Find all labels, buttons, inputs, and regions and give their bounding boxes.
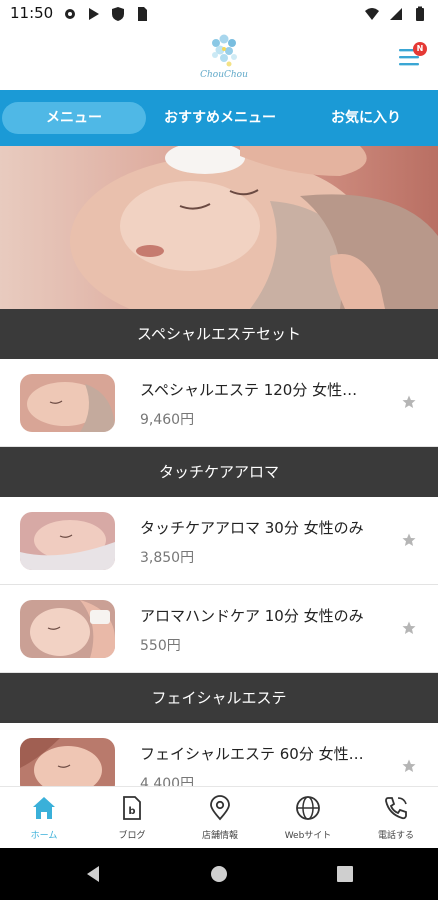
gear-icon (65, 9, 75, 19)
app-header: ChouChou N (0, 28, 438, 90)
section-header: タッチケアアロマ (0, 447, 438, 497)
star-icon[interactable] (402, 533, 416, 547)
star-icon[interactable] (402, 759, 416, 773)
item-thumbnail (20, 600, 115, 658)
item-title: タッチケアアロマ 30分 女性のみ (140, 519, 364, 537)
battery-icon (416, 6, 424, 21)
item-thumbnail (20, 738, 115, 786)
item-price: 550円 (140, 638, 181, 654)
item-title: スペシャルエステ 120分 女性… (140, 381, 358, 399)
chouchou-logo[interactable]: ChouChou (194, 31, 254, 87)
phone-icon (385, 797, 407, 820)
item-thumbnail (20, 374, 115, 432)
home-icon (33, 797, 55, 819)
system-nav-bar (0, 848, 438, 900)
nav-label: ホーム (30, 831, 58, 841)
notification-badge: N (413, 42, 427, 56)
status-left-icons (62, 6, 150, 22)
section-header: フェイシャルエステ (0, 673, 438, 723)
svg-text:b: b (128, 806, 135, 817)
item-price: 3,850円 (140, 550, 195, 566)
nav-label: Webサイト (284, 831, 332, 841)
section-header: スペシャルエステセット (0, 309, 438, 359)
item-title: フェイシャルエステ 60分 女性… (140, 745, 364, 763)
nav-label: ブログ (118, 831, 146, 841)
logo-mark-icon (212, 34, 237, 67)
bottom-nav: ホーム b ブログ 店舗情報 Webサイト 電話する (0, 786, 438, 848)
status-time: 11:50 (10, 4, 54, 22)
menu-list: スペシャルエステセット スペシャルエステ 120分 女性… 9,460円 タッチ… (0, 309, 438, 786)
item-title: アロマハンドケア 10分 女性のみ (140, 607, 364, 625)
tabs-bar: メニュー おすすめメニュー お気に入り (0, 90, 438, 146)
tab-favorites[interactable]: お気に入り (294, 102, 438, 134)
star-icon[interactable] (402, 395, 416, 409)
globe-icon (296, 796, 320, 820)
list-item[interactable]: アロマハンドケア 10分 女性のみ 550円 (0, 585, 438, 673)
nav-blog[interactable]: b ブログ (88, 787, 176, 849)
shield-icon (112, 7, 124, 21)
nav-website[interactable]: Webサイト (264, 787, 352, 849)
hero-image (0, 146, 438, 309)
tab-recommended-menu[interactable]: おすすめメニュー (148, 102, 292, 134)
list-item[interactable]: スペシャルエステ 120分 女性… 9,460円 (0, 359, 438, 447)
location-pin-icon (210, 795, 230, 821)
home-circle-icon[interactable] (210, 865, 228, 883)
nav-label: 店舗情報 (201, 831, 238, 841)
nav-home[interactable]: ホーム (0, 787, 88, 849)
status-bar: 11:50 (0, 0, 438, 28)
list-item[interactable]: タッチケアアロマ 30分 女性のみ 3,850円 (0, 497, 438, 585)
wifi-icon (365, 8, 379, 20)
nav-call[interactable]: 電話する (352, 787, 438, 849)
blog-icon: b (123, 796, 141, 820)
signal-icon (390, 8, 402, 20)
logo-text: ChouChou (200, 70, 248, 80)
back-icon[interactable] (84, 865, 102, 883)
nav-store-info[interactable]: 店舗情報 (176, 787, 264, 849)
tab-menu[interactable]: メニュー (2, 102, 146, 134)
status-right-icons (364, 6, 428, 22)
play-store-icon (89, 8, 99, 20)
item-price: 9,460円 (140, 412, 195, 428)
nav-label: 電話する (377, 831, 414, 841)
sim-card-icon (138, 7, 147, 21)
star-icon[interactable] (402, 621, 416, 635)
item-price: 4,400円 (140, 776, 195, 786)
recents-icon[interactable] (336, 865, 354, 883)
list-item[interactable]: フェイシャルエステ 60分 女性… 4,400円 (0, 723, 438, 786)
item-thumbnail (20, 512, 115, 570)
